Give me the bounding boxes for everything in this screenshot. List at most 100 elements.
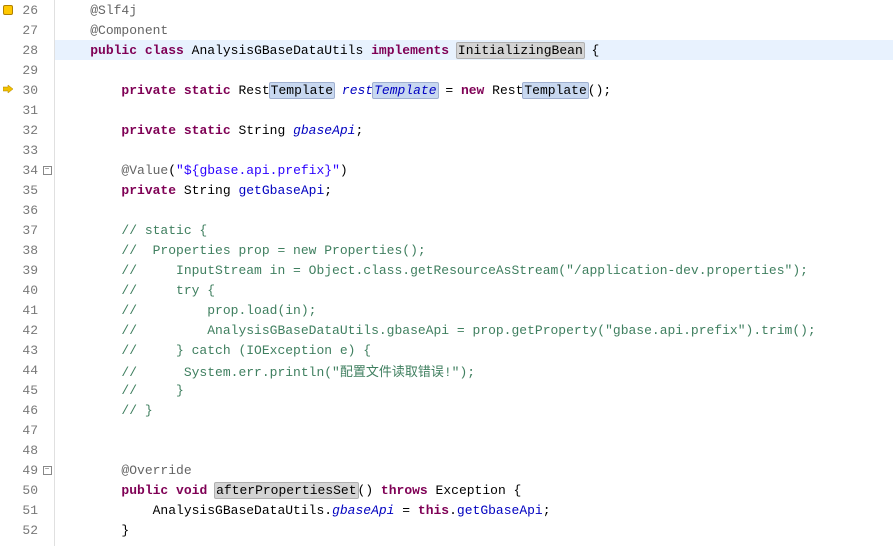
- line-number[interactable]: 41: [16, 303, 40, 318]
- line-number[interactable]: 35: [16, 183, 40, 198]
- code-line[interactable]: [55, 100, 893, 120]
- code-line[interactable]: }: [55, 520, 893, 540]
- code-line[interactable]: @Component: [55, 20, 893, 40]
- indent: [59, 403, 121, 418]
- line-number[interactable]: 38: [16, 243, 40, 258]
- gutter-row[interactable]: 29: [0, 60, 54, 80]
- line-number[interactable]: 37: [16, 223, 40, 238]
- code-token: static: [184, 83, 231, 98]
- gutter-row[interactable]: 50: [0, 480, 54, 500]
- gutter-row[interactable]: 41: [0, 300, 54, 320]
- code-line[interactable]: // }: [55, 400, 893, 420]
- gutter-row[interactable]: 27: [0, 20, 54, 40]
- gutter-row[interactable]: 34−: [0, 160, 54, 180]
- line-number[interactable]: 47: [16, 423, 40, 438]
- gutter-row[interactable]: 31: [0, 100, 54, 120]
- gutter-row[interactable]: 28: [0, 40, 54, 60]
- gutter-row[interactable]: 33: [0, 140, 54, 160]
- line-number[interactable]: 46: [16, 403, 40, 418]
- code-line[interactable]: @Override: [55, 460, 893, 480]
- code-line[interactable]: private static RestTemplate restTemplate…: [55, 80, 893, 100]
- editor-gutter[interactable]: 262728293031323334−353637383940414243444…: [0, 0, 55, 546]
- code-token: @Override: [121, 463, 191, 478]
- gutter-row[interactable]: 36: [0, 200, 54, 220]
- arrow-icon[interactable]: [3, 83, 13, 98]
- code-line[interactable]: [55, 200, 893, 220]
- gutter-row[interactable]: 30: [0, 80, 54, 100]
- gutter-row[interactable]: 40: [0, 280, 54, 300]
- fold-collapse-icon[interactable]: −: [40, 466, 54, 475]
- line-number[interactable]: 51: [16, 503, 40, 518]
- line-number[interactable]: 44: [16, 363, 40, 378]
- code-line[interactable]: // } catch (IOException e) {: [55, 340, 893, 360]
- indent: [59, 463, 121, 478]
- code-line[interactable]: [55, 420, 893, 440]
- line-number[interactable]: 31: [16, 103, 40, 118]
- code-line[interactable]: // InputStream in = Object.class.getReso…: [55, 260, 893, 280]
- line-number[interactable]: 43: [16, 343, 40, 358]
- gutter-row[interactable]: 48: [0, 440, 54, 460]
- code-line[interactable]: @Slf4j: [55, 0, 893, 20]
- code-token: private: [121, 183, 176, 198]
- code-line[interactable]: // prop.load(in);: [55, 300, 893, 320]
- code-token: public: [121, 483, 168, 498]
- indent: [59, 523, 121, 538]
- gutter-row[interactable]: 45: [0, 380, 54, 400]
- gutter-row[interactable]: 51: [0, 500, 54, 520]
- gutter-row[interactable]: 38: [0, 240, 54, 260]
- line-number[interactable]: 36: [16, 203, 40, 218]
- code-token: private: [121, 123, 176, 138]
- gutter-row[interactable]: 49−: [0, 460, 54, 480]
- warning-icon[interactable]: [3, 5, 13, 15]
- code-line[interactable]: private static String gbaseApi;: [55, 120, 893, 140]
- gutter-row[interactable]: 37: [0, 220, 54, 240]
- line-number[interactable]: 52: [16, 523, 40, 538]
- line-number[interactable]: 39: [16, 263, 40, 278]
- gutter-row[interactable]: 52: [0, 520, 54, 540]
- line-number[interactable]: 32: [16, 123, 40, 138]
- line-number[interactable]: 30: [16, 83, 40, 98]
- line-number[interactable]: 50: [16, 483, 40, 498]
- code-line[interactable]: [55, 140, 893, 160]
- code-line[interactable]: // AnalysisGBaseDataUtils.gbaseApi = pro…: [55, 320, 893, 340]
- line-number[interactable]: 27: [16, 23, 40, 38]
- gutter-row[interactable]: 32: [0, 120, 54, 140]
- code-token: [176, 83, 184, 98]
- line-number[interactable]: 29: [16, 63, 40, 78]
- line-number[interactable]: 40: [16, 283, 40, 298]
- code-line[interactable]: // try {: [55, 280, 893, 300]
- line-number[interactable]: 48: [16, 443, 40, 458]
- marker-arrow[interactable]: [0, 83, 16, 98]
- code-line[interactable]: [55, 440, 893, 460]
- gutter-row[interactable]: 35: [0, 180, 54, 200]
- line-number[interactable]: 45: [16, 383, 40, 398]
- gutter-row[interactable]: 43: [0, 340, 54, 360]
- code-line[interactable]: @Value("${gbase.api.prefix}"): [55, 160, 893, 180]
- gutter-row[interactable]: 44: [0, 360, 54, 380]
- line-number[interactable]: 42: [16, 323, 40, 338]
- code-line[interactable]: // }: [55, 380, 893, 400]
- line-number[interactable]: 28: [16, 43, 40, 58]
- code-line[interactable]: // Properties prop = new Properties();: [55, 240, 893, 260]
- line-number[interactable]: 26: [16, 3, 40, 18]
- fold-collapse-icon[interactable]: −: [40, 166, 54, 175]
- gutter-row[interactable]: 39: [0, 260, 54, 280]
- code-line[interactable]: AnalysisGBaseDataUtils.gbaseApi = this.g…: [55, 500, 893, 520]
- code-token: Rest: [231, 83, 270, 98]
- line-number[interactable]: 33: [16, 143, 40, 158]
- line-number[interactable]: 49: [16, 463, 40, 478]
- code-line[interactable]: // static {: [55, 220, 893, 240]
- code-editor[interactable]: @Slf4j @Component public class AnalysisG…: [55, 0, 893, 546]
- line-number[interactable]: 34: [16, 163, 40, 178]
- marker-warn[interactable]: [0, 5, 16, 15]
- code-line[interactable]: private String getGbaseApi;: [55, 180, 893, 200]
- gutter-row[interactable]: 26: [0, 0, 54, 20]
- code-line[interactable]: public void afterPropertiesSet() throws …: [55, 480, 893, 500]
- gutter-row[interactable]: 47: [0, 420, 54, 440]
- code-line[interactable]: [55, 60, 893, 80]
- gutter-row[interactable]: 42: [0, 320, 54, 340]
- code-line[interactable]: // System.err.println("配置文件读取错误!");: [55, 360, 893, 380]
- indent: [59, 223, 121, 238]
- code-line[interactable]: public class AnalysisGBaseDataUtils impl…: [55, 40, 893, 60]
- gutter-row[interactable]: 46: [0, 400, 54, 420]
